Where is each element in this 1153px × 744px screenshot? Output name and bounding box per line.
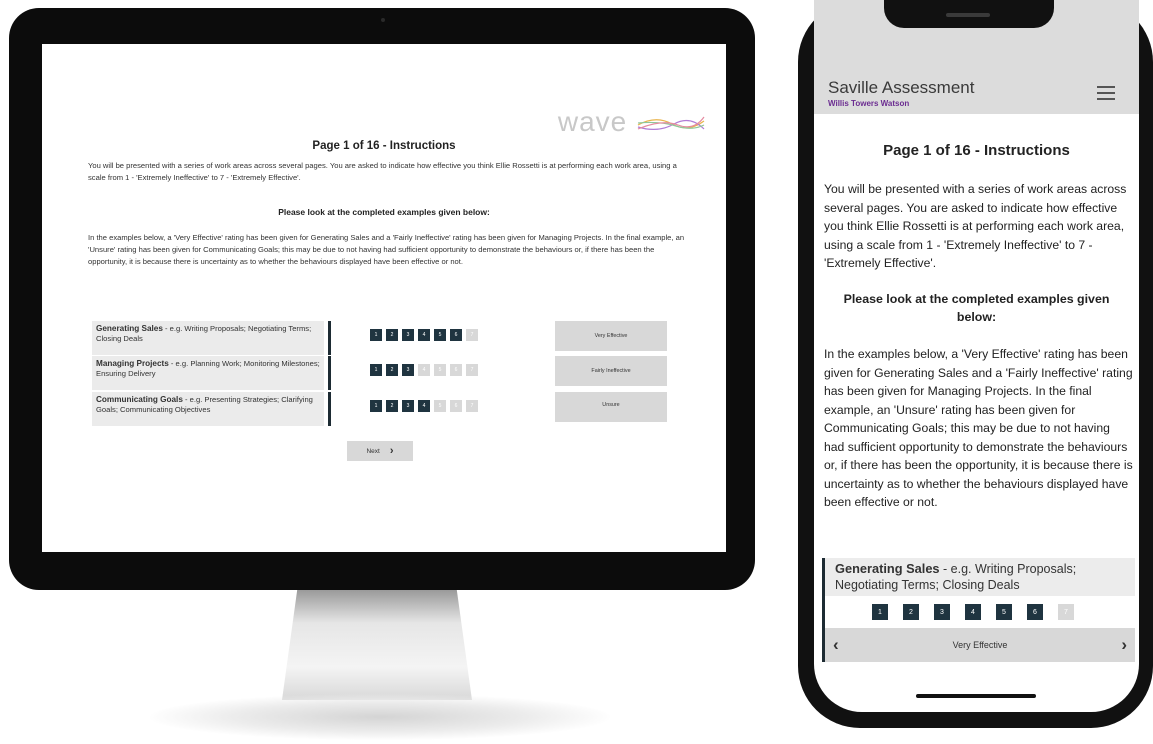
mobile-phone: Saville Assessment Willis Towers Watson …	[798, 0, 1153, 728]
rating-option[interactable]: 7	[1058, 604, 1074, 620]
rating-option[interactable]: 1	[872, 604, 888, 620]
rating-option[interactable]: 2	[386, 364, 398, 376]
rating-option[interactable]: 5	[434, 400, 446, 412]
explanation-text: In the examples below, a 'Very Effective…	[824, 347, 1133, 509]
work-area-label: Generating Sales - e.g. Writing Proposal…	[92, 321, 324, 355]
rating-option[interactable]: 5	[996, 604, 1012, 620]
rating-option[interactable]: 4	[418, 329, 430, 341]
rating-scale: 1234567	[370, 400, 478, 412]
work-area-name: Generating Sales	[96, 324, 163, 333]
accent-bar	[328, 321, 331, 355]
rating-option[interactable]: 6	[450, 400, 462, 412]
work-area-label: Generating Sales - e.g. Writing Proposal…	[825, 558, 1135, 596]
rating-option[interactable]: 7	[466, 329, 478, 341]
examples-heading: Please look at the completed examples gi…	[278, 207, 490, 217]
example-row: Generating Sales - e.g. Writing Proposal…	[92, 321, 672, 355]
rating-navigator: ‹ Very Effective ›	[825, 628, 1135, 662]
phone-notch	[884, 0, 1054, 28]
examples-heading: Please look at the completed examples gi…	[843, 292, 1110, 324]
app-title: Saville Assessment	[828, 78, 975, 97]
rating-scale: 1234567	[370, 329, 478, 341]
webcam	[381, 18, 385, 22]
rating-label: Unsure	[555, 392, 667, 422]
mobile-screen: Saville Assessment Willis Towers Watson …	[814, 0, 1139, 712]
page-title: Page 1 of 16 - Instructions	[883, 142, 1070, 159]
rating-option[interactable]: 2	[903, 604, 919, 620]
brand-text: Willis Towers Watson	[828, 99, 910, 108]
rating-label: Very Effective	[555, 321, 667, 351]
rating-option[interactable]: 2	[386, 400, 398, 412]
chevron-right-icon: ›	[389, 445, 394, 457]
rating-option[interactable]: 1	[370, 400, 382, 412]
rating-option[interactable]: 3	[402, 329, 414, 341]
wave-logo: wave	[558, 106, 706, 138]
explanation-text: In the examples below, a 'Very Effective…	[88, 233, 685, 266]
rating-option[interactable]: 2	[386, 329, 398, 341]
wave-swoosh-icon	[637, 116, 705, 130]
rating-scale: 1234567	[370, 364, 478, 376]
rating-option[interactable]: 1	[370, 364, 382, 376]
intro-text: You will be presented with a series of w…	[824, 182, 1127, 270]
chevron-right-icon[interactable]: ›	[1121, 635, 1127, 655]
work-area-name: Managing Projects	[96, 359, 169, 368]
accent-bar	[328, 392, 331, 426]
work-area-label: Managing Projects - e.g. Planning Work; …	[92, 356, 324, 390]
chevron-left-icon[interactable]: ‹	[833, 635, 839, 655]
rating-scale: 1234567	[872, 604, 1074, 620]
rating-option[interactable]: 3	[934, 604, 950, 620]
home-indicator	[916, 694, 1036, 698]
work-area-label: Communicating Goals - e.g. Presenting St…	[92, 392, 324, 426]
rating-label: Very Effective	[952, 640, 1008, 650]
desktop-monitor: wave Page 1 of 16 - Instructions You wil…	[9, 8, 755, 590]
example-row: Communicating Goals - e.g. Presenting St…	[92, 392, 672, 426]
monitor-stand	[282, 590, 472, 700]
monitor-base	[150, 694, 610, 740]
rating-option[interactable]: 3	[402, 400, 414, 412]
hamburger-menu-icon[interactable]	[1097, 86, 1115, 104]
work-area-name: Communicating Goals	[96, 395, 183, 404]
next-button-label: Next	[366, 447, 380, 455]
rating-option[interactable]: 5	[434, 329, 446, 341]
rating-option[interactable]: 5	[434, 364, 446, 376]
work-area-name: Generating Sales	[835, 561, 940, 576]
example-item: Generating Sales - e.g. Writing Proposal…	[822, 558, 1139, 662]
rating-option[interactable]: 7	[466, 400, 478, 412]
rating-option[interactable]: 6	[450, 329, 462, 341]
rating-option[interactable]: 4	[965, 604, 981, 620]
intro-text: You will be presented with a series of w…	[88, 161, 677, 182]
rating-option[interactable]: 4	[418, 364, 430, 376]
page-title: Page 1 of 16 - Instructions	[312, 140, 456, 152]
example-row: Managing Projects - e.g. Planning Work; …	[92, 356, 672, 390]
rating-option[interactable]: 1	[370, 329, 382, 341]
rating-option[interactable]: 4	[418, 400, 430, 412]
rating-option[interactable]: 6	[1027, 604, 1043, 620]
next-button[interactable]: Next ›	[347, 441, 413, 461]
rating-option[interactable]: 7	[466, 364, 478, 376]
wave-logo-text: wave	[557, 106, 628, 137]
rating-option[interactable]: 6	[450, 364, 462, 376]
rating-label: Fairly Ineffective	[555, 356, 667, 386]
rating-option[interactable]: 3	[402, 364, 414, 376]
desktop-screen: wave Page 1 of 16 - Instructions You wil…	[42, 44, 726, 552]
accent-bar	[328, 356, 331, 390]
